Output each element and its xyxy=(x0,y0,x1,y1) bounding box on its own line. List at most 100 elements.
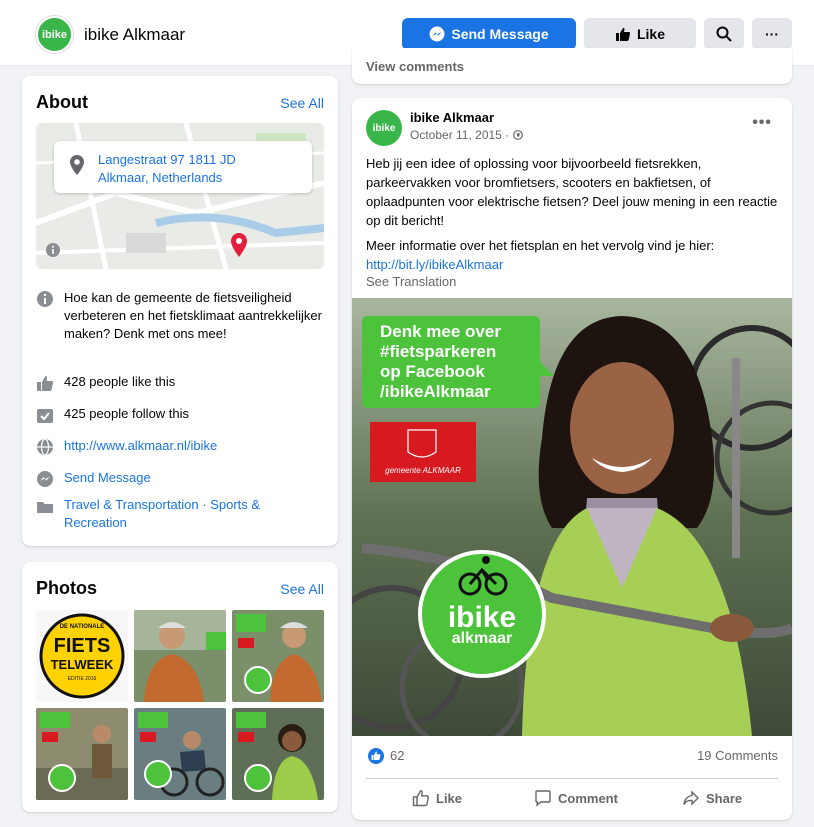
photos-card: Photos See All DE NATIONALE FIETS TELWEE… xyxy=(22,562,338,812)
post-like-button[interactable]: Like xyxy=(412,785,462,811)
folder-icon xyxy=(37,502,53,513)
fiets-badge-main1: FIETS xyxy=(53,635,111,657)
globe-icon xyxy=(37,438,53,456)
map-address[interactable]: Langestraat 97 1811 JD Alkmaar, Netherla… xyxy=(98,151,236,187)
share-icon xyxy=(683,790,699,806)
like-page-button[interactable]: Like xyxy=(584,18,696,50)
post-link[interactable]: http://bit.ly/ibikeAlkmaar xyxy=(366,255,778,274)
about-description: Hoe kan de gemeente de fietsveiligheid v… xyxy=(64,290,322,341)
send-message-button[interactable]: Send Message xyxy=(402,18,576,50)
racing-cyclist-ad-photo xyxy=(134,708,226,800)
category-sports-link[interactable]: Sports & xyxy=(210,497,260,512)
ibike-logo-word-1: ibike xyxy=(447,601,517,634)
about-follows-row: 425 people follow this xyxy=(36,405,326,425)
cargo-bike-ad-photo xyxy=(36,708,128,800)
ibike-logo-word-2: alkmaar xyxy=(451,630,513,647)
send-message-label: Send Message xyxy=(451,26,549,42)
post-author-avatar[interactable]: ibike xyxy=(366,110,402,146)
reaction-count[interactable]: 62 xyxy=(390,748,404,763)
category-separator: · xyxy=(198,497,211,512)
photo-thumbnail[interactable]: DE NATIONALE FIETS TELWEEK EDITIE 2016 xyxy=(36,610,128,702)
address-line-1: Langestraat 97 1811 JD xyxy=(98,152,236,167)
previous-post-footer: View comments xyxy=(352,48,792,84)
search-icon xyxy=(716,26,732,42)
post-author-name[interactable]: ibike Alkmaar xyxy=(410,110,494,125)
about-title: About xyxy=(36,92,88,112)
photo-thumbnail[interactable] xyxy=(232,610,324,702)
post-date-text: October 11, 2015 · xyxy=(410,128,510,142)
photo-thumbnail[interactable] xyxy=(232,708,324,800)
post-stats: 62 19 Comments xyxy=(366,746,778,768)
post-actions: Like Comment Share xyxy=(366,778,778,812)
address-line-2: Alkmaar, Netherlands xyxy=(98,170,223,185)
post-share-button[interactable]: Share xyxy=(682,785,742,811)
thumbs-up-icon xyxy=(615,27,631,41)
post-comment-button[interactable]: Comment xyxy=(534,785,618,811)
more-label: ··· xyxy=(765,26,779,42)
see-translation-link[interactable]: See Translation xyxy=(366,274,456,289)
view-comments-link[interactable]: View comments xyxy=(366,59,464,74)
post-image[interactable]: Denk mee over #fietsparkeren op Facebook… xyxy=(352,298,792,736)
about-website-link[interactable]: http://www.alkmaar.nl/ibike xyxy=(64,437,326,455)
fiets-badge-main2: TELWEEK xyxy=(50,657,114,672)
cyclist-photo xyxy=(134,610,226,702)
cyclist-ad-photo xyxy=(232,610,324,702)
photos-see-all-link[interactable]: See All xyxy=(280,581,324,597)
like-reaction-icon[interactable] xyxy=(368,748,384,764)
post-text-paragraph-2: Meer informatie over het fietsplan en he… xyxy=(366,238,715,253)
post-options-button[interactable]: ••• xyxy=(752,114,772,132)
map-marker-icon xyxy=(231,233,247,257)
about-card: About See All Langestraat 97 1811 JD Alk… xyxy=(22,76,338,546)
like-count-icon xyxy=(37,375,54,391)
thumbs-up-outline-icon xyxy=(412,790,429,807)
info-icon xyxy=(37,291,53,307)
bubble-line-1: Denk mee over xyxy=(380,322,501,341)
about-likes: 428 people like this xyxy=(64,374,176,389)
post-comment-label: Comment xyxy=(558,790,618,806)
about-category-row: Travel & Transportation · Sports & Recre… xyxy=(36,496,326,536)
map-info-icon[interactable] xyxy=(46,243,60,257)
messenger-icon xyxy=(429,26,445,42)
page-name[interactable]: ibike Alkmaar xyxy=(84,25,185,45)
post-text-paragraph-1: Heb jij een idee of oplossing voor bijvo… xyxy=(366,156,778,228)
bubble-line-3: op Facebook xyxy=(380,362,485,381)
about-follows: 425 people follow this xyxy=(64,406,190,421)
photos-title: Photos xyxy=(36,578,97,598)
woman-ad-photo xyxy=(232,708,324,800)
post-image-bubble-text: Denk mee over #fietsparkeren op Facebook… xyxy=(380,322,501,402)
page-avatar[interactable]: ibike xyxy=(36,16,73,53)
comment-count[interactable]: 19 Comments xyxy=(697,748,778,763)
bubble-line-4: /ibikeAlkmaar xyxy=(380,382,491,401)
gemeente-label: gemeente ALKMAAR xyxy=(385,466,461,475)
location-pin-icon xyxy=(70,155,84,175)
about-see-all-link[interactable]: See All xyxy=(280,95,324,111)
more-options-button[interactable]: ··· xyxy=(752,18,792,50)
post-like-label: Like xyxy=(436,790,463,806)
comment-icon xyxy=(535,790,551,807)
category-travel-link[interactable]: Travel & Transportation xyxy=(64,497,199,512)
post-card: ibike ibike Alkmaar October 11, 2015 · •… xyxy=(352,98,792,820)
about-message-row: Send Message xyxy=(36,469,326,489)
photo-thumbnail[interactable] xyxy=(36,708,128,800)
photo-thumbnail[interactable] xyxy=(134,610,226,702)
photo-thumbnail[interactable] xyxy=(134,708,226,800)
post-date[interactable]: October 11, 2015 · xyxy=(410,128,523,142)
follow-icon xyxy=(37,409,53,423)
like-page-label: Like xyxy=(636,26,665,42)
about-send-message-link[interactable]: Send Message xyxy=(64,469,326,487)
about-description-row: Hoe kan de gemeente de fietsveiligheid v… xyxy=(36,289,326,361)
fiets-badge-top: DE NATIONALE xyxy=(59,624,105,630)
bubble-line-2: #fietsparkeren xyxy=(380,342,497,361)
post-body: Heb jij een idee of oplossing voor bijvo… xyxy=(366,154,778,274)
post-share-label: Share xyxy=(706,790,743,806)
location-map[interactable]: Langestraat 97 1811 JD Alkmaar, Netherla… xyxy=(36,123,324,269)
globe-icon xyxy=(512,130,523,140)
about-website-row: http://www.alkmaar.nl/ibike xyxy=(36,437,326,457)
messenger-icon xyxy=(37,471,53,487)
category-recreation-link[interactable]: Recreation xyxy=(64,515,127,530)
about-categories: Travel & Transportation · Sports & Recre… xyxy=(64,496,326,532)
map-address-card[interactable]: Langestraat 97 1811 JD Alkmaar, Netherla… xyxy=(54,141,312,193)
fiets-badge-bottom: EDITIE 2016 xyxy=(67,676,97,682)
search-button[interactable] xyxy=(704,18,744,50)
about-likes-row: 428 people like this xyxy=(36,373,326,393)
